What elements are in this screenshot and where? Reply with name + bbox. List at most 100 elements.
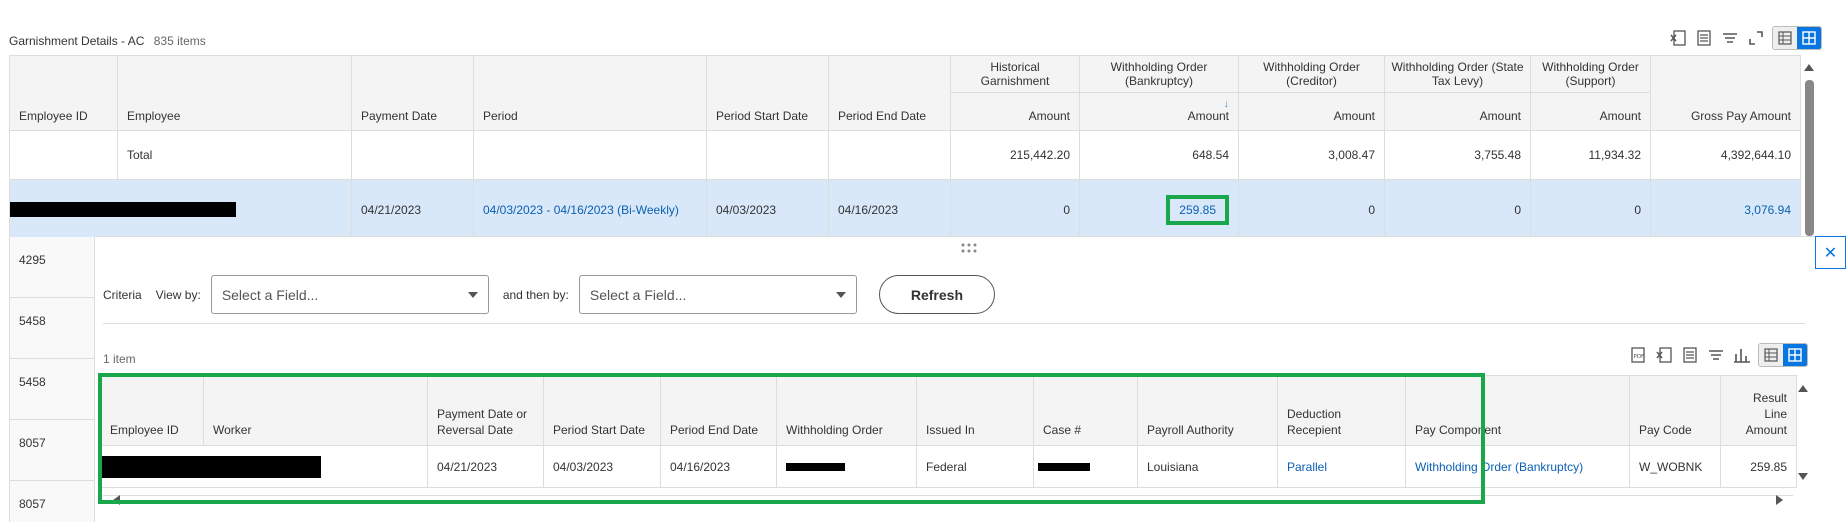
group-withholding-bankruptcy: Withholding Order (Bankruptcy) bbox=[1079, 55, 1239, 93]
sub-col-payroll-authority[interactable]: Payroll Authority bbox=[1137, 375, 1278, 446]
divider bbox=[103, 323, 1805, 324]
row-period-link[interactable]: 04/03/2023 - 04/16/2023 (Bi-Weekly) bbox=[473, 179, 707, 240]
table-row-selected[interactable]: 04/21/2023 04/03/2023 - 04/16/2023 (Bi-W… bbox=[9, 179, 1801, 240]
redaction-bar bbox=[1038, 463, 1090, 472]
sub-col-pay-component[interactable]: Pay Component bbox=[1405, 375, 1630, 446]
table-icon[interactable] bbox=[1773, 27, 1797, 49]
view-by-select[interactable]: Select a Field... bbox=[210, 275, 489, 314]
employee-id-column: 4295 5458 5458 8057 8057 bbox=[9, 237, 95, 522]
row-period[interactable]: 04/03/2023 - 04/16/2023 (Bi-Weekly) bbox=[483, 203, 679, 217]
sub-row-period-start: 04/03/2023 bbox=[543, 445, 661, 488]
row-period-start: 04/03/2023 bbox=[706, 179, 829, 240]
total-gross-pay: 4,392,644.10 bbox=[1650, 130, 1801, 180]
sub-col-case-no[interactable]: Case # bbox=[1033, 375, 1138, 446]
garnishment-table: Employee ID Employee Payment Date Period… bbox=[9, 55, 1801, 240]
total-row: Total 215,442.20 648.54 3,008.47 3,755.4… bbox=[9, 130, 1801, 180]
table-row[interactable]: 04/21/2023 04/03/2023 04/16/2023 Federal… bbox=[100, 445, 1797, 488]
sub-hscroll-track bbox=[103, 495, 1793, 496]
sub-row-pay-code: W_WOBNK bbox=[1629, 445, 1721, 488]
fullscreen-icon[interactable] bbox=[1746, 28, 1766, 48]
total-state-tax: 3,755.48 bbox=[1384, 130, 1531, 180]
employee-id-cell: 8057 bbox=[9, 420, 95, 481]
total-bankruptcy: 648.54 bbox=[1079, 130, 1239, 180]
sub-scroll-left[interactable] bbox=[113, 495, 120, 505]
sub-col-pay-code[interactable]: Pay Code bbox=[1629, 375, 1721, 446]
col-creditor-amount[interactable]: Amount bbox=[1238, 92, 1385, 131]
main-scroll-up[interactable] bbox=[1804, 64, 1818, 71]
sub-row-deduction-recipient-cell[interactable]: Parallel bbox=[1277, 445, 1406, 488]
col-historical-amount[interactable]: Amount bbox=[950, 92, 1080, 131]
sub-row-result-line-amount: 259.85 bbox=[1720, 445, 1797, 488]
report-toolbar bbox=[1668, 26, 1822, 50]
view-by-label: View by: bbox=[155, 287, 201, 302]
total-creditor: 3,008.47 bbox=[1238, 130, 1385, 180]
row-payment-date: 04/21/2023 bbox=[351, 179, 474, 240]
sub-scroll-up[interactable] bbox=[1798, 385, 1812, 392]
employee-id-cell: 5458 bbox=[9, 359, 95, 420]
sub-scroll-down[interactable] bbox=[1798, 473, 1812, 480]
refresh-button[interactable]: Refresh bbox=[878, 275, 996, 314]
total-historical: 215,442.20 bbox=[950, 130, 1080, 180]
sub-row-payroll-authority: Louisiana bbox=[1137, 445, 1278, 488]
row-support: 0 bbox=[1530, 179, 1651, 240]
close-panel-button[interactable]: ✕ bbox=[1815, 236, 1846, 269]
sub-row-pay-component[interactable]: Withholding Order (Bankruptcy) bbox=[1415, 460, 1583, 474]
print-icon[interactable] bbox=[1694, 28, 1714, 48]
col-bankruptcy-amount[interactable]: ↓ Amount bbox=[1079, 92, 1239, 131]
chevron-down-icon bbox=[467, 291, 478, 298]
sub-col-issued-in[interactable]: Issued In bbox=[916, 375, 1034, 446]
group-historical-garnishment: Historical Garnishment bbox=[950, 55, 1080, 93]
col-employee-id[interactable]: Employee ID bbox=[9, 55, 118, 131]
row-bankruptcy-amount[interactable]: 259.85 bbox=[1166, 194, 1229, 225]
filter-icon[interactable] bbox=[1706, 345, 1726, 365]
main-scrollbar-thumb[interactable] bbox=[1805, 80, 1814, 236]
excel-icon[interactable] bbox=[1654, 345, 1674, 365]
sub-col-period-start[interactable]: Period Start Date bbox=[543, 375, 661, 446]
sort-descending-icon: ↓ bbox=[1223, 98, 1230, 110]
col-period-start-date[interactable]: Period Start Date bbox=[706, 55, 829, 131]
then-by-select[interactable]: Select a Field... bbox=[578, 275, 857, 314]
sub-col-deduction-recipient[interactable]: Deduction Recepient bbox=[1277, 375, 1406, 446]
col-support-amount[interactable]: Amount bbox=[1530, 92, 1651, 131]
col-state-tax-amount[interactable]: Amount bbox=[1384, 92, 1531, 131]
sub-view-toggle bbox=[1758, 343, 1808, 367]
grid-icon[interactable] bbox=[1797, 27, 1821, 49]
group-withholding-support: Withholding Order (Support) bbox=[1530, 55, 1651, 93]
employee-id-cell: 8057 bbox=[9, 481, 95, 522]
group-withholding-state-tax: Withholding Order (State Tax Levy) bbox=[1384, 55, 1531, 93]
filter-icon[interactable] bbox=[1720, 28, 1740, 48]
pdf-icon[interactable]: PDF bbox=[1628, 345, 1648, 365]
table-icon[interactable] bbox=[1759, 344, 1783, 366]
col-period[interactable]: Period bbox=[473, 55, 707, 131]
report-title-text: Garnishment Details - AC bbox=[9, 34, 145, 48]
col-gross-pay-amount[interactable]: Gross Pay Amount bbox=[1650, 55, 1801, 131]
total-label: Total bbox=[117, 130, 352, 180]
print-icon[interactable] bbox=[1680, 345, 1700, 365]
sub-row-deduction-recipient[interactable]: Parallel bbox=[1287, 460, 1327, 474]
sub-col-result-line-amount[interactable]: Result Line Amount bbox=[1720, 375, 1797, 446]
chart-icon[interactable] bbox=[1732, 345, 1752, 365]
drag-handle-icon[interactable] bbox=[961, 241, 977, 256]
col-period-end-date[interactable]: Period End Date bbox=[828, 55, 951, 131]
sub-row-pay-component-cell[interactable]: Withholding Order (Bankruptcy) bbox=[1405, 445, 1630, 488]
sub-col-employee-id[interactable]: Employee ID bbox=[100, 375, 204, 446]
col-payment-date[interactable]: Payment Date bbox=[351, 55, 474, 131]
sub-col-period-end[interactable]: Period End Date bbox=[660, 375, 777, 446]
svg-text:PDF: PDF bbox=[1634, 354, 1645, 360]
row-creditor: 0 bbox=[1238, 179, 1385, 240]
group-withholding-creditor: Withholding Order (Creditor) bbox=[1238, 55, 1385, 93]
sub-col-withholding-order[interactable]: Withholding Order bbox=[776, 375, 917, 446]
grid-icon[interactable] bbox=[1783, 344, 1807, 366]
sub-col-payment-date[interactable]: Payment Date or Reversal Date bbox=[427, 375, 544, 446]
col-employee[interactable]: Employee bbox=[117, 55, 352, 131]
excel-icon[interactable] bbox=[1668, 28, 1688, 48]
sub-scroll-right[interactable] bbox=[1776, 495, 1783, 505]
row-gross-pay[interactable]: 3,076.94 bbox=[1744, 203, 1791, 217]
sub-col-worker[interactable]: Worker bbox=[203, 375, 428, 446]
view-by-value: Select a Field... bbox=[221, 286, 319, 303]
row-gross-pay-cell[interactable]: 3,076.94 bbox=[1650, 179, 1801, 240]
row-bankruptcy-cell[interactable]: 259.85 bbox=[1079, 179, 1239, 240]
close-icon: ✕ bbox=[1823, 244, 1838, 262]
sub-row-period-end: 04/16/2023 bbox=[660, 445, 777, 488]
employee-id-cell: 5458 bbox=[9, 298, 95, 359]
